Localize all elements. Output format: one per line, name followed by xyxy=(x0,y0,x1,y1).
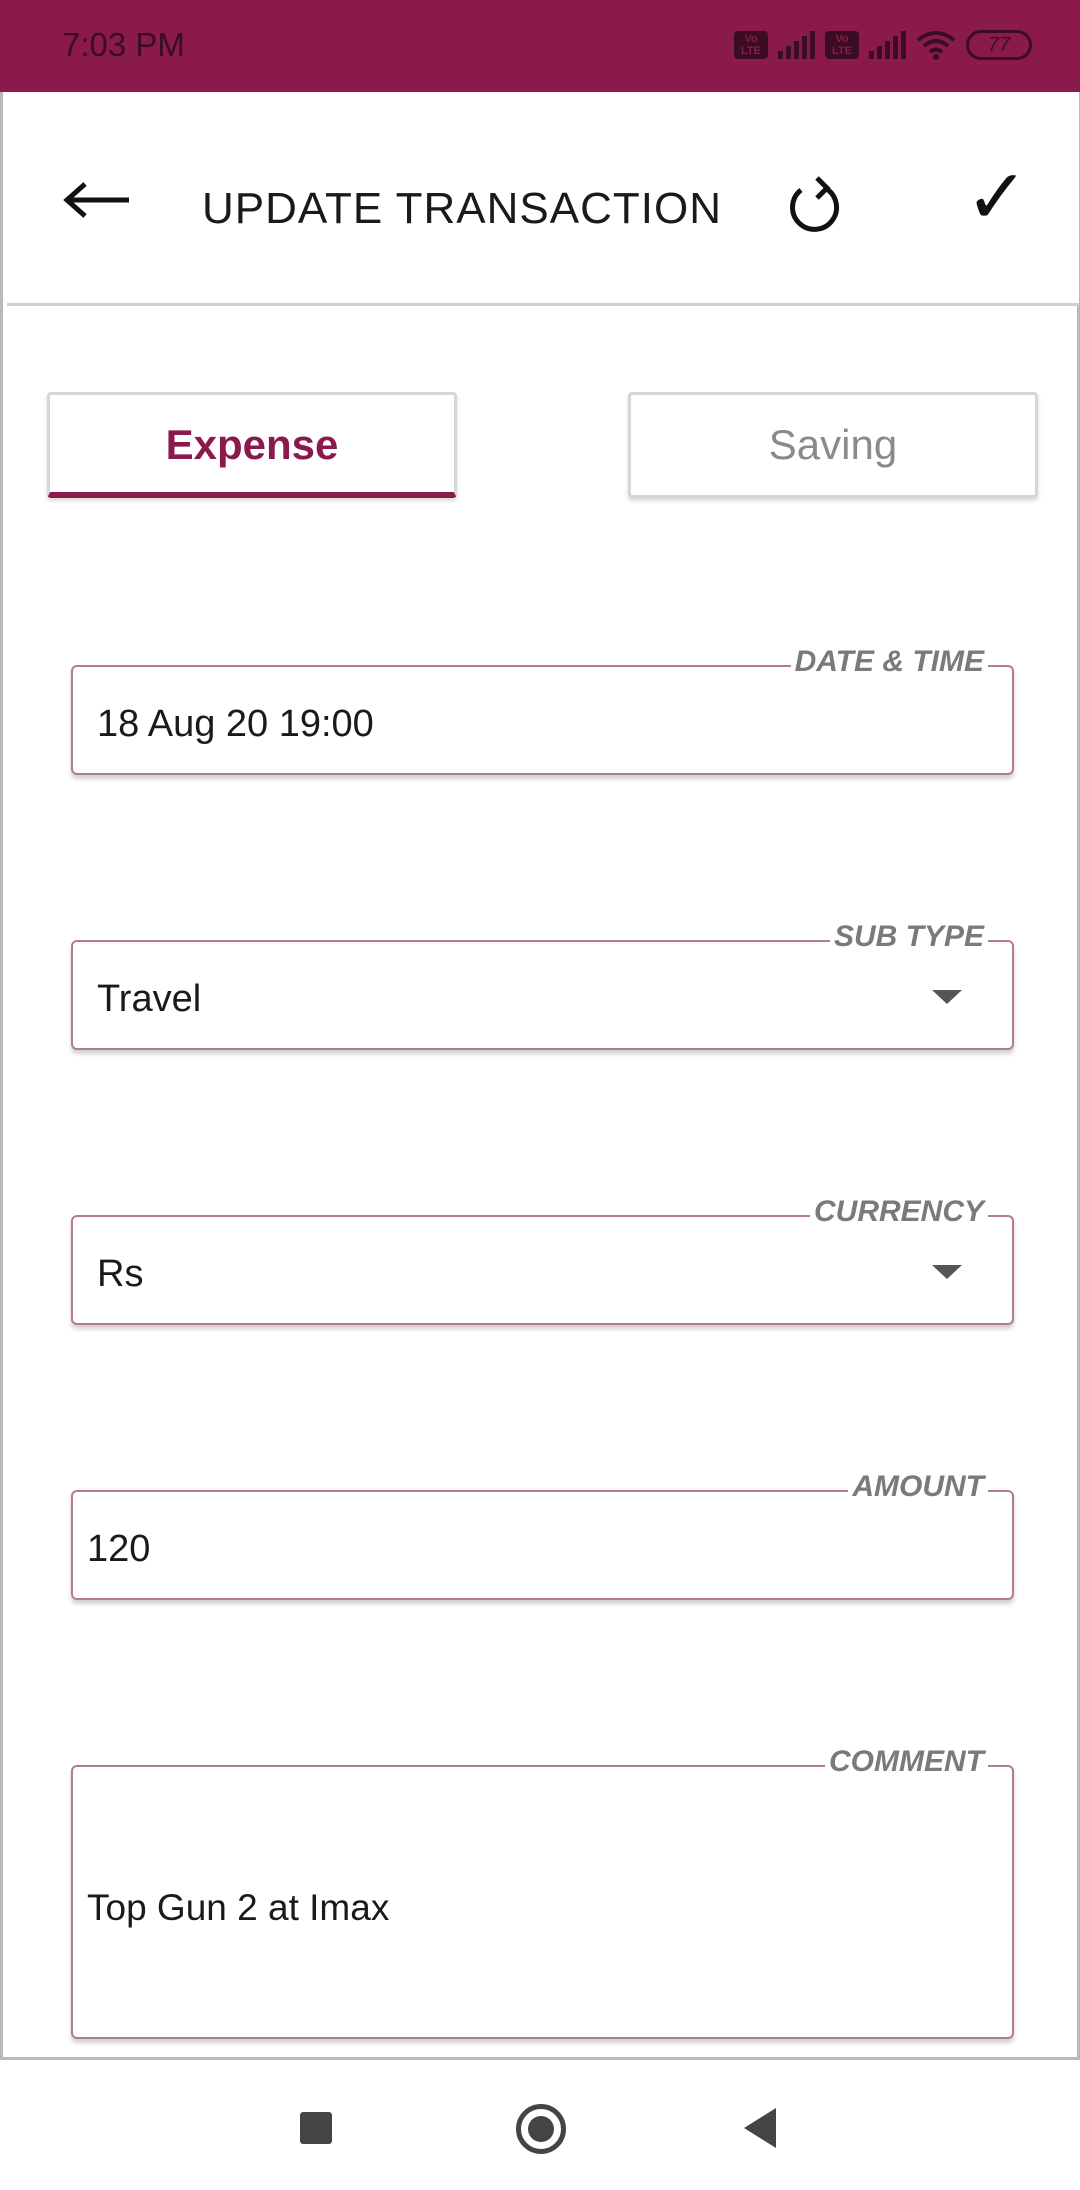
dropdown-arrow-icon[interactable] xyxy=(932,1265,962,1279)
arrow-left-icon[interactable] xyxy=(57,170,137,230)
status-bar: 7:03 PM Vo LTE Vo LTE 77 xyxy=(0,0,1080,92)
status-icons: Vo LTE Vo LTE 77 xyxy=(734,30,1032,60)
wifi-icon xyxy=(916,31,956,60)
dropdown-arrow-icon[interactable] xyxy=(932,990,962,1004)
date-time-value: 18 Aug 20 19:00 xyxy=(97,703,374,745)
date-time-label: DATE & TIME xyxy=(790,645,988,679)
comment-value: Top Gun 2 at Imax xyxy=(87,1887,390,1928)
amount-field[interactable]: AMOUNT 120 xyxy=(71,1470,1014,1600)
app-frame: UPDATE TRANSACTION ✓ Expense Saving DATE… xyxy=(0,92,1080,2060)
sub-type-select[interactable]: SUB TYPE Travel xyxy=(71,920,1014,1050)
back-triangle-icon[interactable] xyxy=(744,2108,776,2148)
signal-icon xyxy=(778,31,815,59)
recents-icon[interactable] xyxy=(300,2112,332,2144)
amount-value: 120 xyxy=(87,1528,151,1570)
currency-label: CURRENCY xyxy=(809,1195,988,1229)
tab-saving[interactable]: Saving xyxy=(628,392,1038,498)
sub-type-value: Travel xyxy=(97,978,202,1020)
signal-icon-2 xyxy=(869,31,906,59)
currency-value: Rs xyxy=(97,1253,144,1295)
date-time-field[interactable]: DATE & TIME 18 Aug 20 19:00 xyxy=(71,645,1014,775)
comment-field[interactable]: COMMENT Top Gun 2 at Imax xyxy=(71,1745,1014,2039)
status-time: 7:03 PM xyxy=(62,26,185,63)
undo-icon[interactable] xyxy=(779,172,849,242)
tab-expense[interactable]: Expense xyxy=(47,392,457,498)
volte-icon: Vo LTE xyxy=(734,31,768,59)
volte-icon-2: Vo LTE xyxy=(825,31,859,59)
battery-icon: 77 xyxy=(966,30,1032,60)
home-icon[interactable] xyxy=(516,2104,566,2154)
app-bar: UPDATE TRANSACTION ✓ xyxy=(7,92,1079,306)
comment-label: COMMENT xyxy=(825,1745,988,1779)
system-nav-bar xyxy=(0,2060,1080,2190)
check-icon[interactable]: ✓ xyxy=(957,158,1037,238)
page-title: UPDATE TRANSACTION xyxy=(202,184,722,233)
currency-select[interactable]: CURRENCY Rs xyxy=(71,1195,1014,1325)
amount-label: AMOUNT xyxy=(848,1470,988,1504)
sub-type-label: SUB TYPE xyxy=(829,920,988,954)
